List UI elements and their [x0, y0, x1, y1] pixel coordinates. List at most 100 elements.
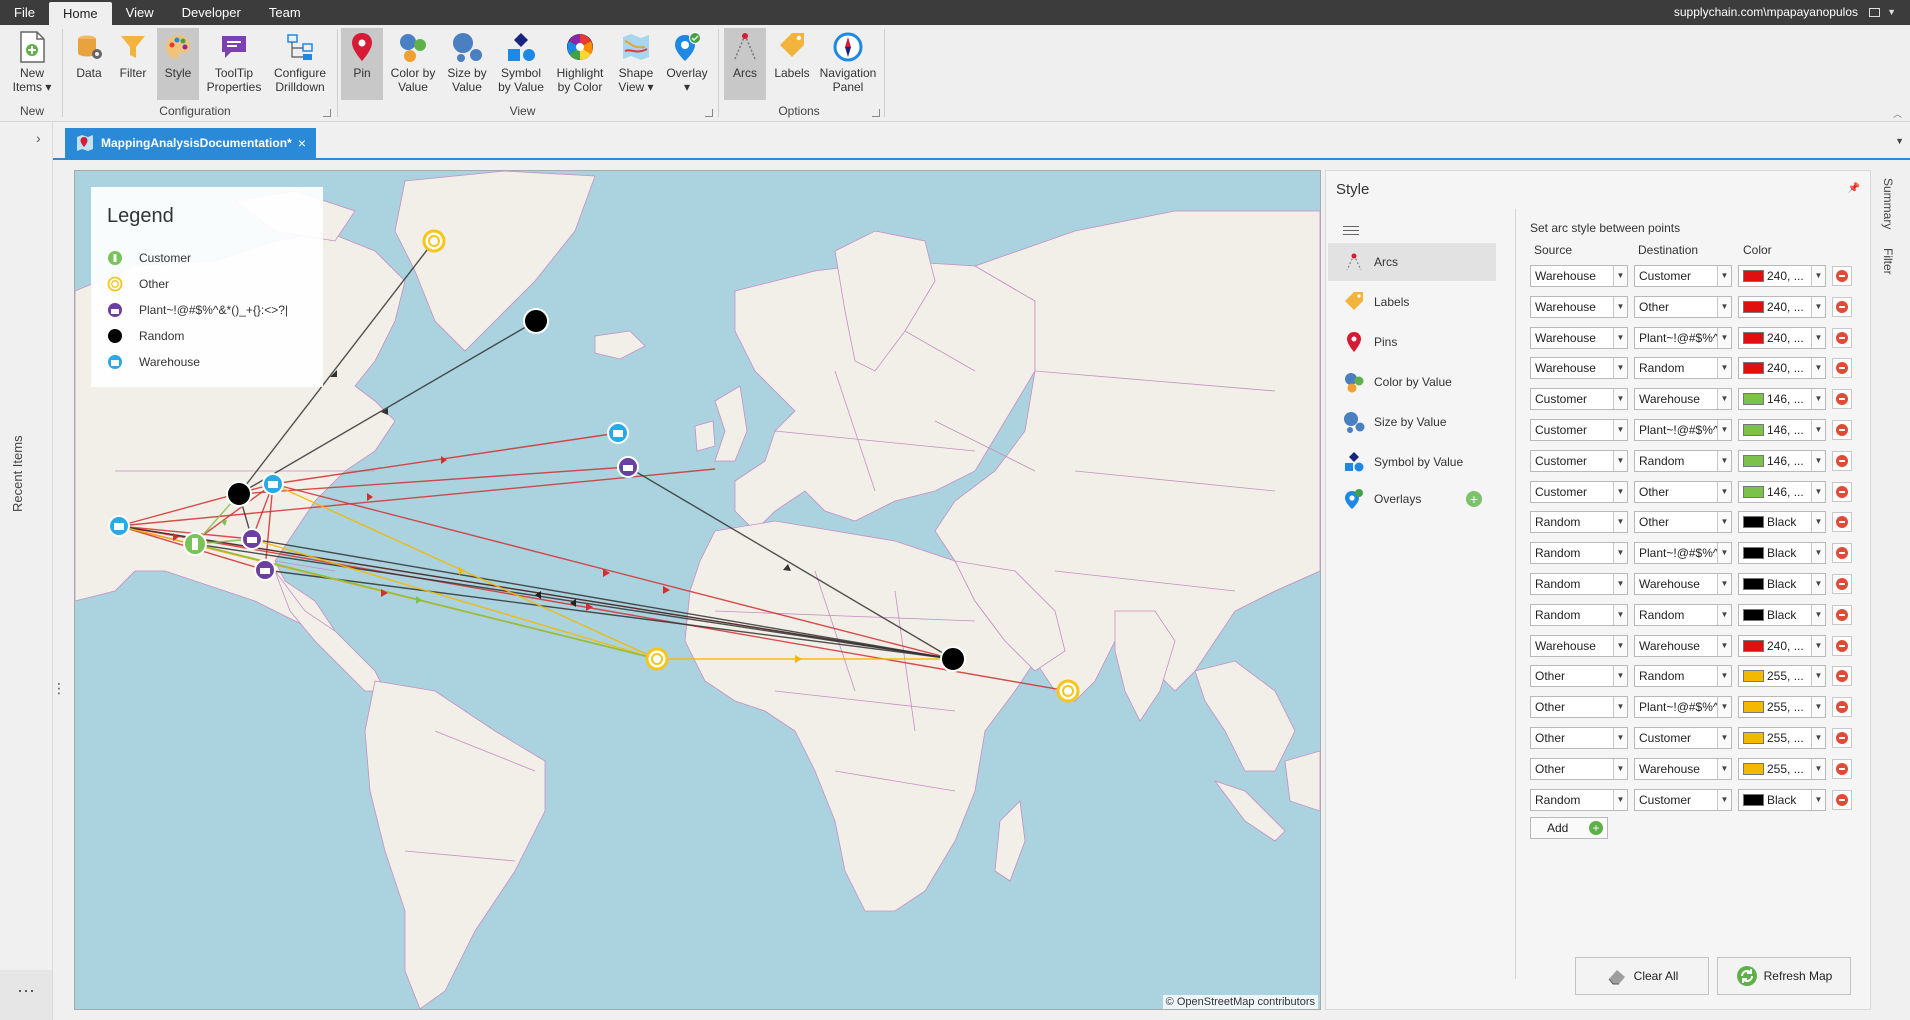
chevron-down-icon[interactable]: ▼	[1613, 512, 1627, 533]
tab-list-dropdown-icon[interactable]: ▼	[1895, 136, 1904, 146]
destination-dropdown[interactable]: Warehouse ▼	[1634, 388, 1732, 411]
plant-marker[interactable]	[241, 528, 263, 550]
menu-file[interactable]: File	[0, 0, 49, 25]
chevron-down-icon[interactable]: ▼	[1717, 512, 1731, 533]
menu-home[interactable]: Home	[48, 2, 112, 25]
color-by-value-button[interactable]: Color by Value	[388, 28, 438, 100]
chevron-down-icon[interactable]: ▼	[1717, 420, 1731, 440]
tooltip-properties-button[interactable]: ToolTip Properties	[205, 28, 263, 100]
destination-dropdown[interactable]: Plant~!@#$%^ ▼	[1634, 419, 1732, 441]
color-dropdown[interactable]: 255, ... ▼	[1738, 757, 1826, 780]
color-dropdown[interactable]: Black ▼	[1738, 511, 1826, 534]
chevron-down-icon[interactable]: ▼	[1613, 758, 1627, 779]
destination-dropdown[interactable]: Random ▼	[1634, 665, 1732, 688]
chevron-down-icon[interactable]: ▼	[1613, 604, 1627, 625]
color-dropdown[interactable]: Black ▼	[1738, 788, 1826, 811]
new-items-button[interactable]: New Items ▾	[8, 28, 56, 100]
remove-row-button[interactable]	[1832, 543, 1852, 564]
customer-marker[interactable]	[183, 532, 207, 556]
remove-row-button[interactable]	[1832, 481, 1852, 502]
chevron-down-icon[interactable]: ▼	[1717, 574, 1731, 594]
source-dropdown[interactable]: Random ▼	[1530, 788, 1628, 811]
shape-view-button[interactable]: Shape View ▾	[614, 28, 658, 100]
source-dropdown[interactable]: Warehouse ▼	[1530, 326, 1628, 349]
chevron-down-icon[interactable]: ▼	[1717, 481, 1731, 502]
chevron-down-icon[interactable]: ▼	[1811, 697, 1825, 718]
refresh-map-button[interactable]: Refresh Map	[1717, 957, 1851, 995]
remove-row-button[interactable]	[1832, 789, 1852, 810]
chevron-down-icon[interactable]: ▼	[1717, 389, 1731, 410]
map-attribution[interactable]: © OpenStreetMap contributors	[1162, 995, 1318, 1009]
style-nav-size-by-value[interactable]: Size by Value	[1328, 403, 1496, 441]
color-dropdown[interactable]: Black ▼	[1738, 573, 1826, 595]
chevron-down-icon[interactable]: ▼	[1717, 358, 1731, 379]
warehouse-marker[interactable]	[262, 473, 284, 495]
chevron-down-icon[interactable]: ▼	[1717, 327, 1731, 348]
random-marker[interactable]	[523, 308, 549, 334]
overlay-button[interactable]: Overlay ▾	[662, 28, 712, 100]
remove-row-button[interactable]	[1832, 512, 1852, 533]
color-dropdown[interactable]: Black ▼	[1738, 603, 1826, 626]
chevron-down-icon[interactable]: ▼	[1811, 543, 1825, 564]
source-dropdown[interactable]: Warehouse ▼	[1530, 295, 1628, 318]
destination-dropdown[interactable]: Plant~!@#$%^ ▼	[1634, 696, 1732, 719]
destination-dropdown[interactable]: Plant~!@#$%^ ▼	[1634, 542, 1732, 565]
style-nav-color-by-value[interactable]: Color by Value	[1328, 363, 1496, 401]
chevron-down-icon[interactable]: ▼	[1811, 450, 1825, 471]
chevron-down-icon[interactable]: ▼	[1811, 574, 1825, 594]
chevron-down-icon[interactable]: ▼	[1613, 666, 1627, 687]
destination-dropdown[interactable]: Plant~!@#$%^ ▼	[1634, 326, 1732, 349]
configure-drilldown-button[interactable]: Configure Drilldown	[269, 28, 331, 100]
remove-row-button[interactable]	[1832, 574, 1852, 594]
source-dropdown[interactable]: Other ▼	[1530, 665, 1628, 688]
pin-panel-icon[interactable]: 📌	[1848, 183, 1860, 194]
source-dropdown[interactable]: Other ▼	[1530, 757, 1628, 780]
style-button[interactable]: Style	[157, 28, 199, 100]
chevron-down-icon[interactable]: ▼	[1613, 481, 1627, 502]
map-view[interactable]: Legend Customer Other Plant~!@#$%^&*()_+…	[74, 170, 1321, 1010]
remove-row-button[interactable]	[1832, 327, 1852, 348]
remove-row-button[interactable]	[1832, 728, 1852, 748]
random-marker[interactable]	[940, 646, 966, 672]
summary-tab[interactable]: Summary	[1881, 178, 1895, 229]
style-nav-symbol-by-value[interactable]: Symbol by Value	[1328, 443, 1496, 481]
chevron-down-icon[interactable]: ▼	[1613, 358, 1627, 379]
source-dropdown[interactable]: Warehouse ▼	[1530, 357, 1628, 380]
chevron-down-icon[interactable]: ▼	[1811, 635, 1825, 656]
source-dropdown[interactable]: Random ▼	[1530, 511, 1628, 534]
chevron-down-icon[interactable]: ▼	[1613, 327, 1627, 348]
options-launcher-icon[interactable]	[872, 109, 880, 117]
source-dropdown[interactable]: Customer ▼	[1530, 388, 1628, 411]
color-dropdown[interactable]: 240, ... ▼	[1738, 326, 1826, 349]
configuration-launcher-icon[interactable]	[323, 109, 331, 117]
chevron-down-icon[interactable]: ▼	[1811, 420, 1825, 440]
view-launcher-icon[interactable]	[705, 109, 713, 117]
remove-row-button[interactable]	[1832, 450, 1852, 471]
chevron-down-icon[interactable]: ▼	[1613, 266, 1627, 286]
expand-chevron-icon[interactable]: ›	[36, 130, 41, 146]
other-marker[interactable]	[1056, 679, 1080, 703]
remove-row-button[interactable]	[1832, 758, 1852, 779]
pin-button[interactable]: Pin	[341, 28, 383, 100]
color-dropdown[interactable]: 240, ... ▼	[1738, 265, 1826, 287]
chevron-down-icon[interactable]: ▼	[1613, 574, 1627, 594]
destination-dropdown[interactable]: Customer ▼	[1634, 727, 1732, 749]
chevron-down-icon[interactable]: ▼	[1717, 635, 1731, 656]
color-dropdown[interactable]: 146, ... ▼	[1738, 480, 1826, 503]
chevron-down-icon[interactable]: ▼	[1811, 666, 1825, 687]
chevron-down-icon[interactable]: ▼	[1613, 728, 1627, 748]
chevron-down-icon[interactable]: ▼	[1613, 389, 1627, 410]
add-arc-button[interactable]: Add +	[1530, 817, 1608, 840]
destination-dropdown[interactable]: Other ▼	[1634, 511, 1732, 534]
plant-marker[interactable]	[254, 559, 276, 581]
remove-row-button[interactable]	[1832, 266, 1852, 286]
highlight-by-color-button[interactable]: Highlight by Color	[550, 28, 610, 100]
style-nav-labels[interactable]: Labels	[1328, 283, 1496, 321]
other-marker[interactable]	[645, 647, 669, 671]
labels-button[interactable]: Labels	[770, 28, 814, 100]
chevron-down-icon[interactable]: ▼	[1811, 481, 1825, 502]
color-dropdown[interactable]: 255, ... ▼	[1738, 665, 1826, 688]
chevron-down-icon[interactable]: ▼	[1811, 789, 1825, 810]
menu-developer[interactable]: Developer	[168, 0, 255, 25]
style-nav-overlays[interactable]: Overlays +	[1328, 480, 1496, 518]
